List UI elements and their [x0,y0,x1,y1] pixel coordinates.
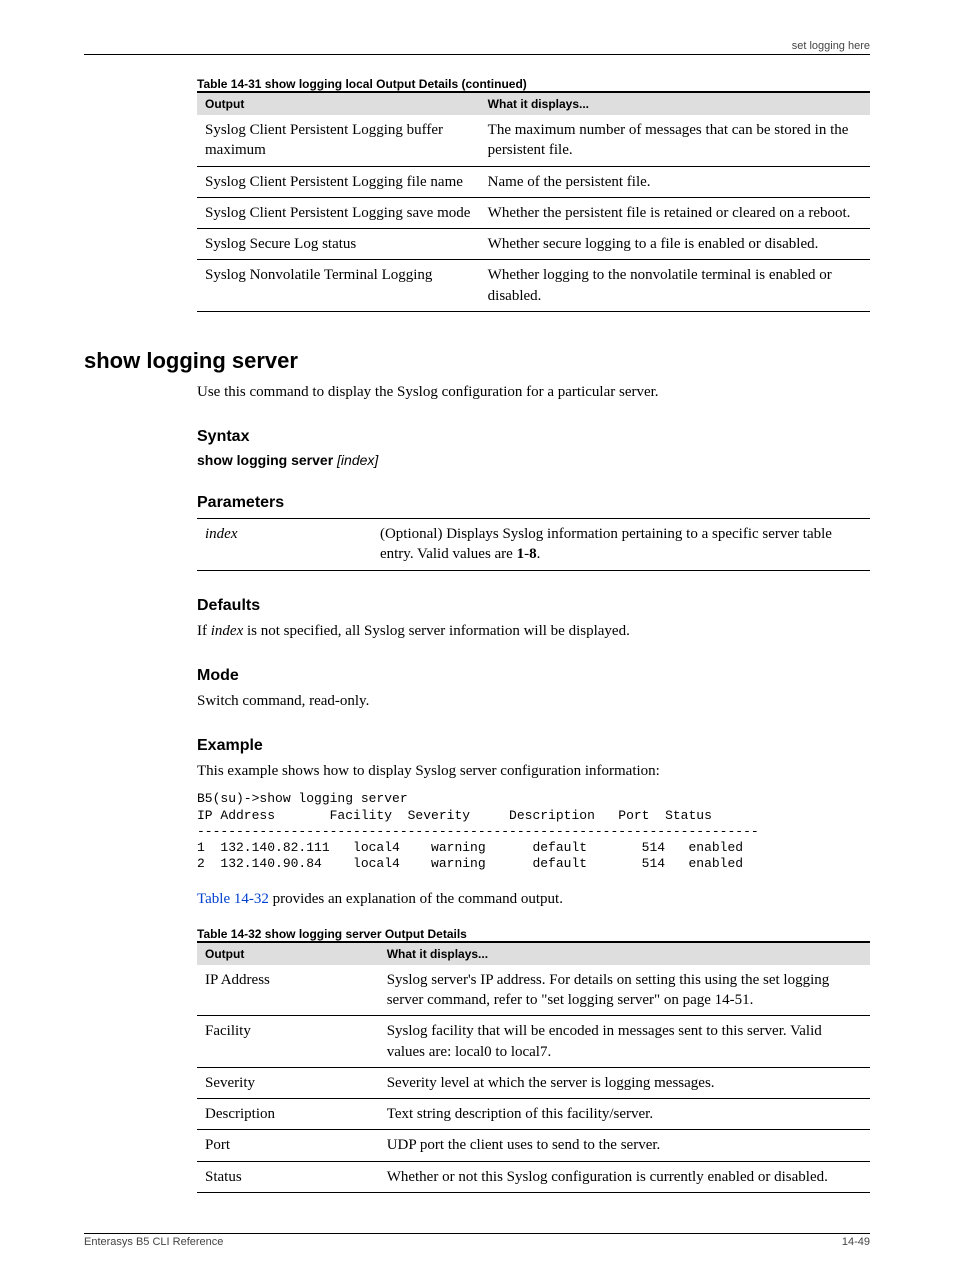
table-row: IP AddressSyslog server's IP address. Fo… [197,965,870,1016]
page-footer: Enterasys B5 CLI Reference 14-49 [84,1233,870,1248]
table-32-link[interactable]: Table 14-32 [197,891,269,907]
syntax-heading: Syntax [197,428,870,446]
table-31-caption: Table 14-31 show logging local Output De… [197,77,870,91]
table-row: PortUDP port the client uses to send to … [197,1130,870,1161]
example-heading: Example [197,737,870,755]
table-row: Syslog Client Persistent Logging save mo… [197,197,870,228]
table-row: Syslog Client Persistent Logging file na… [197,166,870,197]
running-head: set logging here [84,40,870,55]
table-row: StatusWhether or not this Syslog configu… [197,1161,870,1192]
table-row: DescriptionText string description of th… [197,1099,870,1130]
table-reference-text: Table 14-32 provides an explanation of t… [197,889,870,909]
code-block: B5(su)->show logging server IP Address F… [197,791,870,872]
example-intro: This example shows how to display Syslog… [197,761,870,781]
footer-page-number: 14-49 [842,1236,870,1248]
table-row: index (Optional) Displays Syslog informa… [197,519,870,571]
table-31: Output What it displays... Syslog Client… [197,91,870,312]
table-row: Syslog Secure Log statusWhether secure l… [197,229,870,260]
syntax-line: show logging server [index] [197,452,870,468]
defaults-heading: Defaults [197,597,870,615]
table-row: FacilitySyslog facility that will be enc… [197,1016,870,1068]
table-31-col1-header: Output [197,92,480,115]
description-text: Use this command to display the Syslog c… [197,382,870,402]
table-32-col2-header: What it displays... [379,942,870,965]
table-32: Output What it displays... IP AddressSys… [197,941,870,1193]
param-name: index [205,526,237,542]
table-row: Syslog Client Persistent Logging buffer … [197,115,870,166]
table-32-col1-header: Output [197,942,379,965]
param-description: (Optional) Displays Syslog information p… [372,519,870,571]
table-row: SeveritySeverity level at which the serv… [197,1067,870,1098]
table-31-col2-header: What it displays... [480,92,870,115]
command-title: show logging server [84,348,870,374]
parameters-heading: Parameters [197,494,870,512]
table-row: Syslog Nonvolatile Terminal LoggingWheth… [197,260,870,312]
mode-text: Switch command, read-only. [197,691,870,711]
defaults-text: If index is not specified, all Syslog se… [197,621,870,641]
table-32-caption: Table 14-32 show logging server Output D… [197,927,870,941]
footer-title: Enterasys B5 CLI Reference [84,1236,223,1248]
parameters-table: index (Optional) Displays Syslog informa… [197,518,870,571]
mode-heading: Mode [197,667,870,685]
